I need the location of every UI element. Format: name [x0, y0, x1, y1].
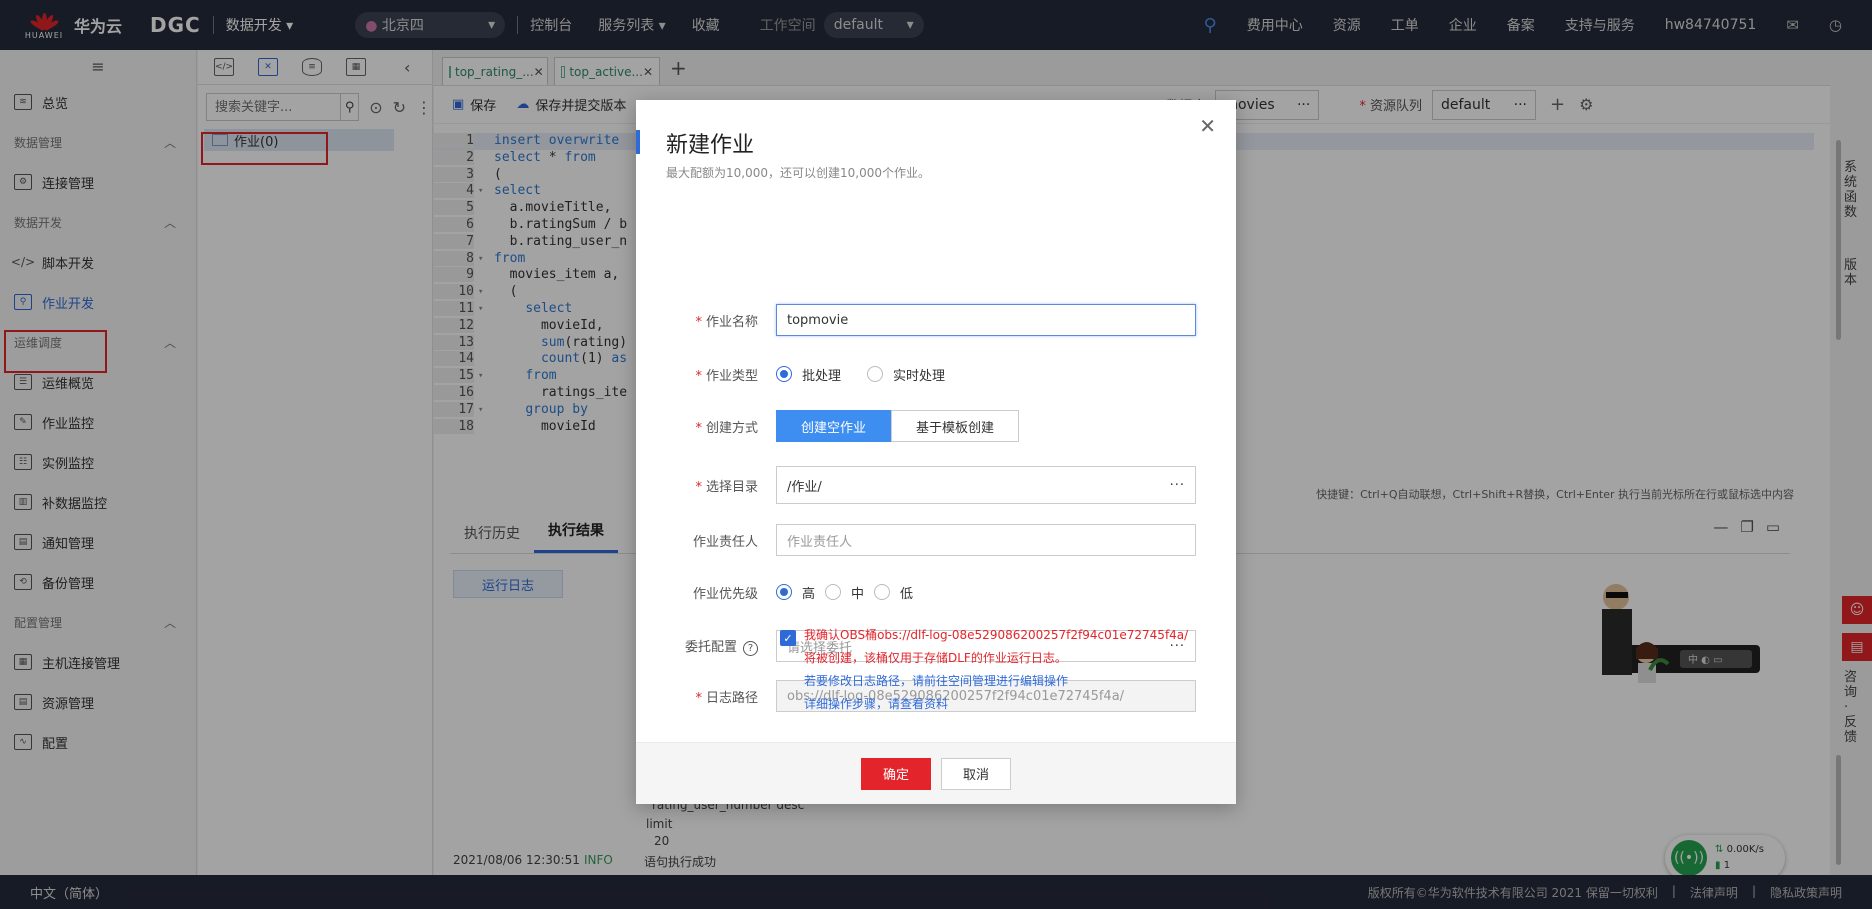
job-type-label-text: 作业类型 — [705, 368, 758, 384]
job-name-label-text: 作业名称 — [705, 314, 758, 330]
docs-link[interactable]: 详细操作步骤，请查看资料 — [804, 695, 948, 712]
owner-input[interactable]: 作业责任人 — [776, 524, 1196, 556]
directory-value: /作业/ — [787, 479, 822, 495]
field-create-method: * 创建方式 创建空作业 基于模板创建 — [636, 410, 1236, 442]
radio-label: 批处理 — [802, 368, 842, 384]
radio-unselected-icon — [874, 584, 891, 600]
directory-label-text: 选择目录 — [705, 479, 758, 495]
more-icon[interactable]: ··· — [1170, 478, 1185, 493]
radio-label: 高 — [802, 586, 816, 602]
title-accent — [636, 130, 640, 154]
log-path-label: * 日志路径 — [636, 687, 776, 706]
radio-selected-icon — [776, 584, 792, 600]
required-mark: * — [695, 479, 702, 495]
job-name-label: * 作业名称 — [636, 311, 776, 330]
delegate-label-text: 委托配置 — [684, 640, 737, 655]
field-job-name: * 作业名称 topmovie — [636, 304, 1236, 336]
confirm-text: 将被创建，该桶仅用于存储DLF的作业运行日志。 — [804, 651, 1067, 665]
required-mark: * — [695, 368, 702, 384]
create-from-template-option[interactable]: 基于模板创建 — [891, 410, 1020, 442]
radio-priority-high[interactable]: 高 — [776, 583, 815, 602]
confirm-checkbox[interactable]: ✓ — [780, 630, 796, 646]
radio-priority-low[interactable]: 低 — [874, 583, 913, 602]
field-job-type: * 作业类型 批处理 实时处理 — [636, 358, 1236, 390]
create-method-label: * 创建方式 — [636, 417, 776, 436]
edit-log-path-link[interactable]: 若要修改日志路径，请前往空间管理进行编辑操作 — [804, 672, 1068, 689]
dialog-title: 新建作业 — [666, 133, 755, 158]
priority-label: 作业优先级 — [692, 586, 758, 602]
job-name-input[interactable]: topmovie — [776, 304, 1196, 336]
create-method-switch: 创建空作业 基于模板创建 — [776, 410, 1020, 442]
field-directory: * 选择目录 /作业/ ··· — [636, 466, 1236, 504]
field-priority: 作业优先级 高 中 低 — [636, 576, 1236, 608]
required-mark: * — [695, 690, 702, 706]
field-owner: 作业责任人 作业责任人 — [636, 524, 1236, 556]
radio-batch[interactable]: 批处理 — [776, 365, 841, 384]
create-empty-job-option[interactable]: 创建空作业 — [776, 410, 892, 442]
cancel-button[interactable]: 取消 — [941, 757, 1011, 790]
radio-priority-medium[interactable]: 中 — [825, 583, 864, 602]
radio-unselected-icon — [825, 584, 842, 600]
help-icon[interactable]: ? — [743, 641, 758, 656]
log-path-label-text: 日志路径 — [705, 690, 758, 706]
close-icon[interactable]: ✕ — [1199, 114, 1216, 138]
dialog-footer: 确定 取消 — [636, 742, 1236, 804]
directory-label: * 选择目录 — [636, 476, 776, 495]
confirm-button[interactable]: 确定 — [861, 757, 931, 790]
confirm-text: 我确认OBS桶obs://dlf-log-08e529086200257f2f9… — [804, 628, 1189, 642]
delegate-label: 委托配置? — [636, 636, 776, 656]
radio-label: 中 — [851, 586, 865, 602]
new-job-dialog: 新建作业 最大配额为10,000，还可以创建10,000个作业。 ✕ * 作业名称… — [636, 100, 1236, 804]
directory-selector[interactable]: /作业/ ··· — [776, 466, 1196, 504]
job-type-label: * 作业类型 — [636, 365, 776, 384]
radio-label: 低 — [900, 586, 914, 602]
dialog-subtitle: 最大配额为10,000，还可以创建10,000个作业。 — [666, 166, 930, 180]
required-mark: * — [695, 314, 702, 330]
radio-selected-icon — [776, 366, 792, 382]
radio-realtime[interactable]: 实时处理 — [867, 365, 945, 384]
required-mark: * — [695, 420, 702, 436]
create-method-label-text: 创建方式 — [705, 420, 758, 436]
radio-label: 实时处理 — [893, 368, 946, 384]
owner-label: 作业责任人 — [692, 534, 758, 550]
radio-unselected-icon — [867, 366, 884, 382]
